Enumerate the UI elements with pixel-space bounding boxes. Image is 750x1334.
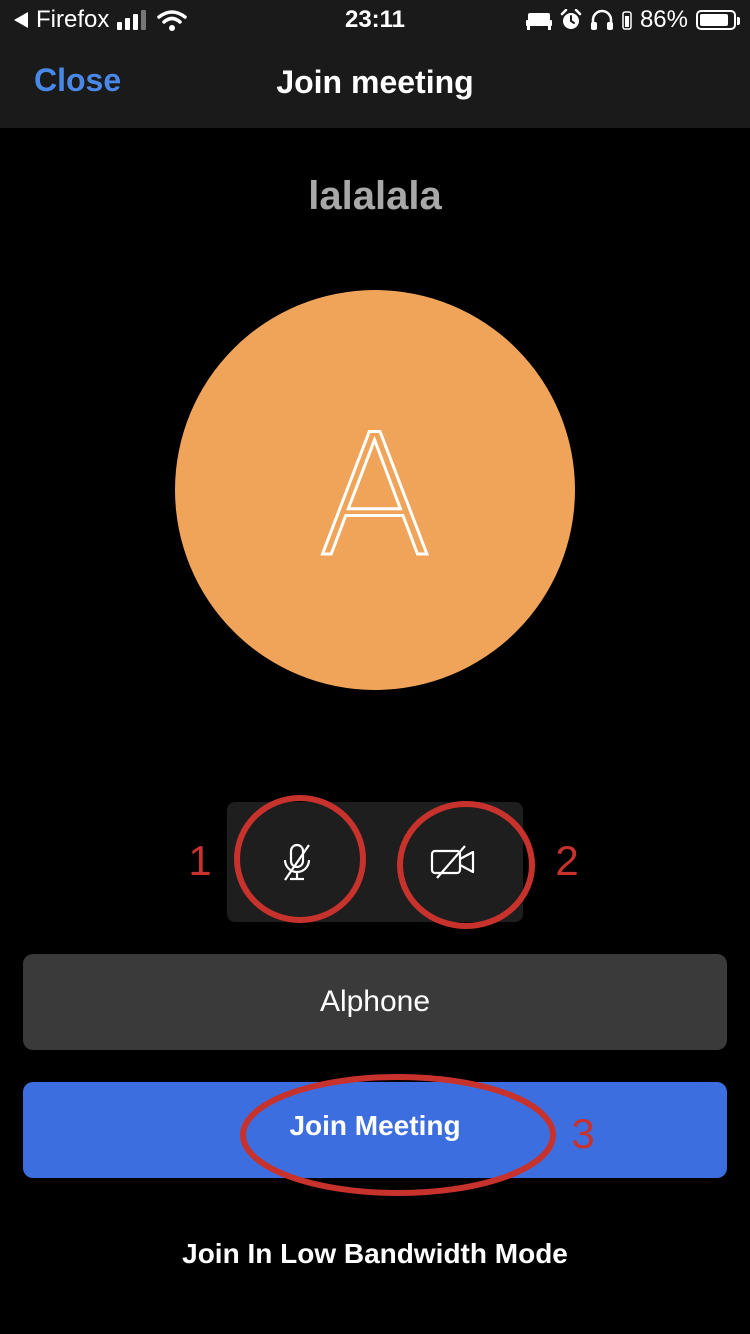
battery-percent: 86%	[639, 6, 688, 33]
battery-icon	[696, 10, 740, 30]
video-off-icon	[430, 845, 475, 879]
status-bar: Firefox 23:11 86%	[0, 0, 750, 40]
battery-fill	[700, 14, 728, 26]
mute-audio-button[interactable]	[257, 822, 337, 902]
audio-video-controls	[227, 802, 523, 922]
headphones-icon	[590, 9, 613, 30]
display-name-input[interactable]	[23, 954, 727, 1050]
microphone-muted-icon	[283, 843, 311, 881]
meeting-name: lalalala	[308, 174, 442, 218]
alarm-icon	[560, 9, 582, 29]
page-title: Join meeting	[276, 64, 474, 100]
low-bandwidth-link[interactable]: Join In Low Bandwidth Mode	[0, 1238, 750, 1270]
status-bar-right: 86%	[525, 6, 740, 34]
headphone-battery-icon	[622, 11, 632, 30]
join-meeting-label: Join Meeting	[289, 1110, 461, 1141]
annotation-label-2: 2	[555, 837, 578, 884]
join-meeting-button[interactable]: Join Meeting	[23, 1082, 727, 1178]
annotation-label-1: 1	[188, 837, 211, 884]
svg-text:A: A	[318, 398, 433, 594]
stop-video-button[interactable]	[413, 822, 493, 902]
avatar: A	[175, 290, 575, 690]
avatar-initial: A	[316, 397, 434, 596]
bed-icon	[525, 13, 552, 30]
nav-bar: Close Join meeting	[0, 40, 750, 128]
